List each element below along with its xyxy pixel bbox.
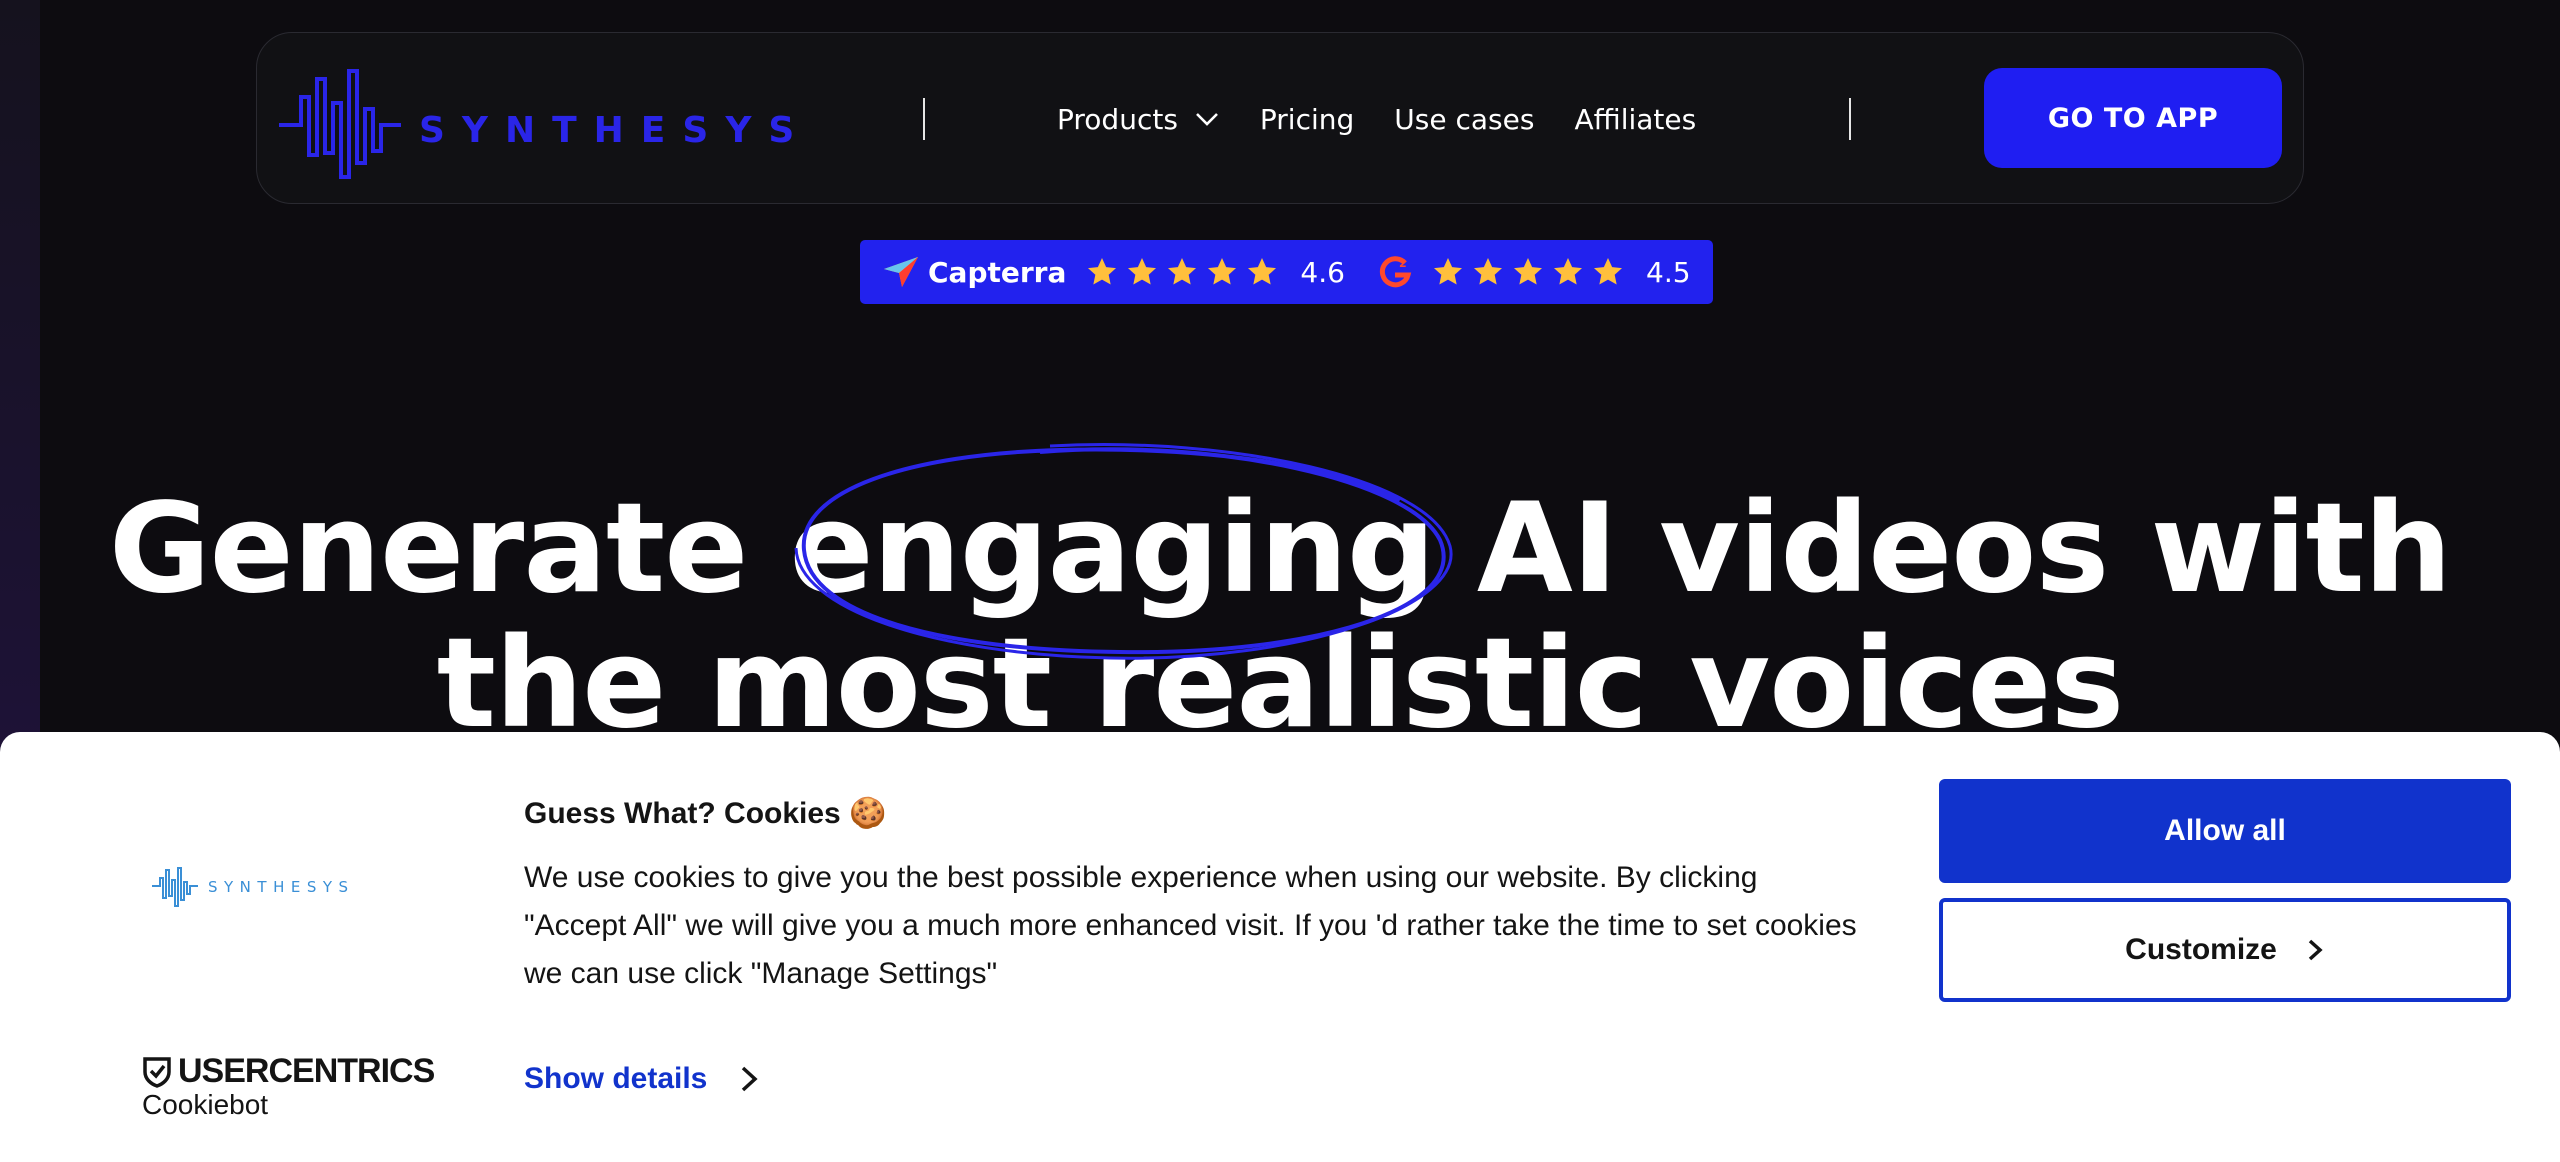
show-details-label: Show details	[524, 1062, 708, 1095]
star-rating	[1086, 256, 1278, 288]
usercentrics-branding[interactable]: USERCENTRICS Cookiebot	[142, 1052, 435, 1121]
star-icon	[1594, 258, 1622, 285]
star-icon	[1554, 258, 1582, 285]
customize-label: Customize	[2125, 933, 2277, 966]
cookie-consent-banner: SYNTHESYS USERCENTRICS Cookiebot Guess W…	[0, 732, 2560, 1162]
rating-source: Capterra	[928, 255, 1067, 289]
svg-text:SYNTHESYS: SYNTHESYS	[208, 878, 355, 896]
chevron-right-icon	[2308, 939, 2323, 961]
g2-rating-badge[interactable]: 2 4.5	[1354, 240, 1713, 304]
star-icon	[1474, 258, 1502, 285]
nav-item-label: Products	[1057, 102, 1178, 136]
customize-button[interactable]: Customize	[1939, 898, 2511, 1002]
nav-item-affiliates[interactable]: Affiliates	[1574, 103, 1696, 136]
chevron-right-icon	[742, 1066, 758, 1092]
nav-divider-left	[923, 98, 925, 140]
star-icon	[1248, 258, 1277, 285]
star-icon	[1168, 258, 1197, 285]
synthesys-small-logo: SYNTHESYS	[152, 867, 355, 907]
hero-heading-line-2: the most realistic voices	[436, 612, 2125, 756]
rating-value: 4.5	[1646, 255, 1691, 289]
rating-value: 4.6	[1300, 255, 1345, 289]
star-icon	[1128, 258, 1157, 285]
cookie-title: Guess What? Cookies 🍪	[524, 797, 887, 830]
nav-divider-right	[1849, 98, 1851, 140]
svg-text:SYNTHESYS: SYNTHESYS	[419, 110, 799, 151]
g2-logo-icon: 2	[1379, 256, 1412, 288]
star-icon	[1514, 258, 1542, 285]
svg-text:2: 2	[1399, 257, 1407, 270]
capterra-logo-icon	[884, 257, 918, 287]
hero-heading-line-1: Generate engaging AI videos with	[108, 477, 2452, 621]
nav-links: Products Pricing Use cases Affiliates	[1057, 33, 1696, 205]
go-to-app-button[interactable]: GO TO APP	[1984, 68, 2282, 168]
usercentrics-label: USERCENTRICS	[178, 1052, 435, 1090]
synthesys-logo[interactable]: SYNTHESYS	[279, 63, 799, 183]
allow-all-button[interactable]: Allow all	[1939, 779, 2511, 883]
nav-item-use-cases[interactable]: Use cases	[1394, 103, 1534, 136]
star-icon	[1208, 258, 1237, 285]
nav-item-pricing[interactable]: Pricing	[1260, 103, 1354, 136]
nav-item-label: Use cases	[1394, 102, 1535, 136]
capterra-rating-badge[interactable]: Capterra 4.6	[860, 240, 1367, 304]
star-icon	[1434, 258, 1462, 285]
chevron-down-icon	[1195, 113, 1218, 126]
nav-item-label: Pricing	[1259, 102, 1355, 136]
top-navigation: SYNTHESYS Products Pricing Use cases Aff…	[256, 32, 2304, 204]
nav-item-label: Affiliates	[1574, 102, 1697, 136]
cookiebot-label: Cookiebot	[142, 1089, 269, 1120]
nav-item-products[interactable]: Products	[1057, 103, 1220, 136]
show-details-link[interactable]: Show details	[524, 1062, 761, 1096]
cookie-description: We use cookies to give you the best poss…	[524, 861, 1857, 990]
shield-check-icon	[143, 1056, 171, 1088]
star-rating	[1432, 256, 1624, 288]
star-icon	[1088, 258, 1117, 285]
